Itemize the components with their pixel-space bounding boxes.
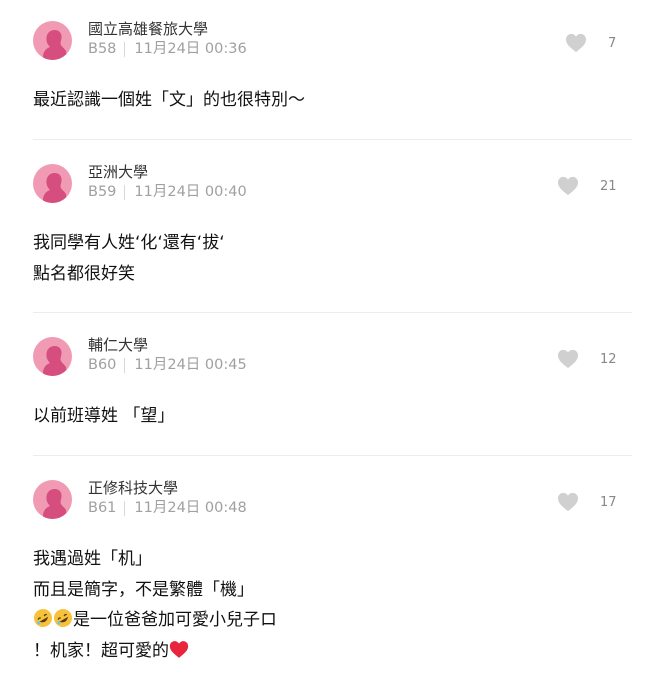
female-avatar-icon (42, 488, 67, 519)
heart-like-icon[interactable] (557, 176, 579, 196)
comment-content: 我同學有人姓‘化‘還有‘拔‘ 點名都很好笑 (33, 228, 225, 289)
heart-like-icon[interactable] (557, 349, 579, 369)
post-time: 11月24日 00:48 (134, 500, 247, 516)
content-text: 是一位爸爸加可愛小兒子 (73, 610, 260, 630)
post-time: 11月24日 00:45 (134, 357, 247, 373)
like-count: 17 (600, 495, 617, 510)
avatar[interactable] (33, 164, 72, 203)
meta-divider (124, 357, 126, 373)
avatar[interactable] (33, 480, 72, 519)
female-avatar-icon (42, 345, 67, 376)
content-line: 我遇過姓「机」 (33, 549, 152, 569)
content-line: 而且是簡字，不是繁體「機」 (33, 579, 254, 600)
content-line: 最近認識一個姓「文」的也很特別～ (33, 90, 305, 110)
like-count: 12 (600, 352, 617, 367)
content-line-with-emoji: 是一位爸爸加可愛小兒子ロ (33, 605, 277, 636)
school-name: 輔仁大學 (88, 336, 149, 354)
comment-content: 我遇過姓「机」 而且是簡字，不是繁體「機」 是一位爸爸加可愛小兒子ロ ！机家！超… (33, 544, 277, 666)
meta-divider (124, 184, 126, 200)
heart-like-icon[interactable] (565, 33, 587, 53)
post-meta: B59 11月24日 00:40 (88, 183, 247, 201)
comment-content: 最近認識一個姓「文」的也很特別～ (33, 85, 305, 116)
school-name: 亞洲大學 (88, 163, 149, 181)
post-time: 11月24日 00:36 (134, 41, 247, 57)
school-name: 國立高雄餐旅大學 (88, 20, 209, 38)
avatar[interactable] (33, 337, 72, 376)
rolling-on-floor-laughing-emoji-icon (54, 609, 72, 627)
katakana-ro-glyph: ロ (260, 610, 277, 630)
comment-divider (33, 312, 632, 313)
meta-divider (124, 500, 126, 516)
avatar[interactable] (33, 21, 72, 60)
rolling-on-floor-laughing-emoji-icon (34, 609, 52, 627)
floor-number: B60 (88, 357, 117, 373)
post-meta: B60 11月24日 00:45 (88, 356, 247, 374)
like-count: 7 (608, 36, 617, 51)
school-name: 正修科技大學 (88, 479, 179, 497)
female-avatar-icon (42, 172, 67, 203)
heart-like-icon[interactable] (557, 492, 579, 512)
like-count: 21 (600, 179, 617, 194)
content-line: 以前班導姓 「望」 (33, 406, 175, 426)
post-meta: B61 11月24日 00:48 (88, 499, 247, 517)
floor-number: B59 (88, 184, 117, 200)
content-text: ！机家！超可愛的 (33, 640, 169, 661)
post-meta: B58 11月24日 00:36 (88, 40, 247, 58)
female-avatar-icon (42, 29, 67, 60)
floor-number: B58 (88, 41, 117, 57)
floor-number: B61 (88, 500, 117, 516)
comment-divider (33, 139, 632, 140)
post-time: 11月24日 00:40 (134, 184, 247, 200)
content-line: 點名都很好笑 (33, 263, 135, 284)
meta-divider (124, 41, 126, 57)
red-heart-emoji-icon (169, 640, 189, 658)
comment-divider (33, 455, 632, 456)
comment-content: 以前班導姓 「望」 (33, 401, 174, 432)
content-line-with-emoji: ！机家！超可愛的 (33, 636, 277, 667)
content-line: 我同學有人姓‘化‘還有‘拔‘ (33, 233, 225, 253)
